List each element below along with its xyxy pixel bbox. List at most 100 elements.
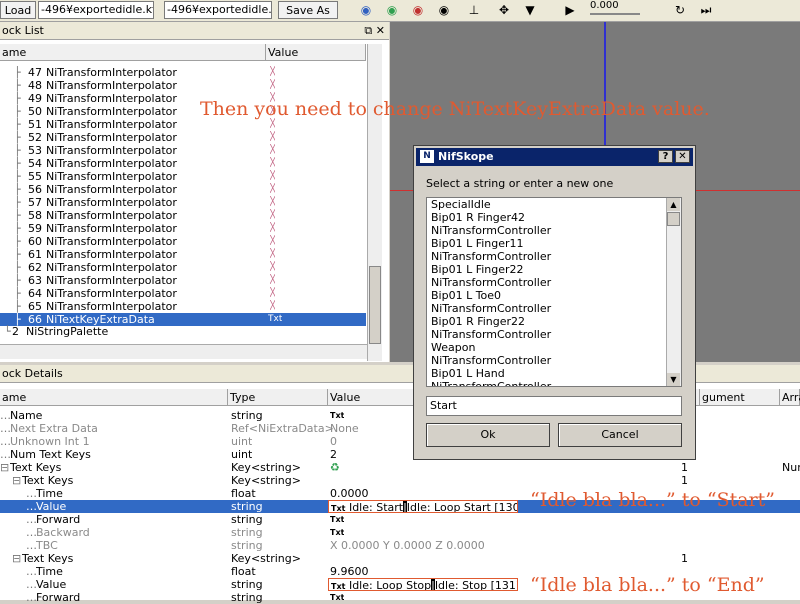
help-icon[interactable]: ? (658, 150, 673, 163)
block-label: NiTransformInterpolator (46, 66, 177, 79)
float-icon[interactable]: ⧉ (364, 24, 372, 37)
link-icon: ╳ (270, 184, 276, 194)
table-row[interactable]: … Forward string Txt (0, 513, 800, 526)
txt-icon: Txt (330, 528, 345, 537)
value-edit-field[interactable]: Txt Idle: Loop Stop|Idle: Stop [131] (328, 578, 518, 591)
dialog-titlebar[interactable]: N NifSkope ? ✕ (416, 148, 693, 166)
list-item[interactable]: SpecialIdle (427, 198, 681, 211)
save-file-field[interactable]: -496¥exportedidle.kf (164, 1, 272, 19)
ok-button[interactable]: Ok (426, 423, 550, 447)
h-scrollbar[interactable] (0, 344, 367, 359)
list-item[interactable]: NiTransformController (427, 224, 681, 237)
field-type: Key<string> (231, 461, 301, 474)
list-item[interactable]: NiTransformController (427, 354, 681, 367)
eye-green-icon[interactable]: ◉ (382, 2, 402, 18)
list-item[interactable]: Bip01 L Toe0 (427, 289, 681, 302)
scroll-down-icon[interactable]: ▼ (667, 373, 680, 386)
field-type: Key<string> (231, 474, 301, 487)
eye-dark-icon[interactable]: ◉ (434, 2, 454, 18)
list-item[interactable]: ├ 64 NiTransformInterpolator ╳ (0, 287, 366, 300)
chevron-down-icon[interactable]: ▼ (520, 2, 540, 18)
value-new: Idle: Start (348, 501, 404, 513)
string-listbox[interactable]: SpecialIdle Bip01 R Finger42 NiTransformCo… (426, 197, 682, 387)
list-item[interactable]: ├ 65 NiTransformInterpolator ╳ (0, 300, 366, 313)
table-row[interactable]: … TBC string X 0.0000 Y 0.0000 Z 0.0000 (0, 539, 800, 552)
list-item[interactable]: ├ 54 NiTransformInterpolator ╳ (0, 157, 366, 170)
close-icon[interactable]: ✕ (376, 24, 385, 37)
table-row[interactable]: ⊟Text KeysKey<string>♻1Num (0, 461, 800, 474)
table-row[interactable]: ⊟ Text Keys Key<string> 1 (0, 474, 800, 487)
eye-blue-icon[interactable]: ◉ (356, 2, 376, 18)
list-item[interactable]: └ 2 NiStringPalette (0, 325, 366, 338)
scroll-up-icon[interactable]: ▲ (667, 198, 680, 211)
col-value-header[interactable]: Value (266, 44, 366, 61)
list-item[interactable]: NiTransformController (427, 380, 681, 386)
list-item[interactable]: ├ 58 NiTransformInterpolator ╳ (0, 209, 366, 222)
time-slider[interactable] (590, 13, 640, 15)
value-edit-field[interactable]: Txt Idle: Start|Idle: Loop Start [130] (328, 500, 518, 513)
col-type-header[interactable]: Type (228, 389, 328, 406)
close-icon[interactable]: ✕ (675, 150, 690, 163)
scrollbar-thumb[interactable] (667, 212, 680, 226)
load-file-field[interactable]: -496¥exportedidle.kf (38, 1, 154, 19)
list-item[interactable]: ├ 55 NiTransformInterpolator ╳ (0, 170, 366, 183)
block-number: 65 (28, 300, 42, 313)
col-name-header[interactable]: ame (0, 389, 228, 406)
list-item[interactable]: NiTransformController (427, 250, 681, 263)
list-item[interactable]: NiTransformController (427, 276, 681, 289)
string-input[interactable]: Start (426, 396, 682, 416)
table-row[interactable]: … Backward string Txt (0, 526, 800, 539)
list-item[interactable]: ├ 53 NiTransformInterpolator ╳ (0, 144, 366, 157)
field-type: Key<string> (231, 552, 301, 565)
eye-red-icon[interactable]: ◉ (408, 2, 428, 18)
list-item[interactable]: ├ 61 NiTransformInterpolator ╳ (0, 248, 366, 261)
list-item[interactable]: Bip01 R Finger22 (427, 315, 681, 328)
list-item[interactable]: ├ 48 NiTransformInterpolator ╳ (0, 79, 366, 92)
list-item[interactable]: Weapon (427, 341, 681, 354)
list-item[interactable]: NiTransformController (427, 302, 681, 315)
list-item[interactable]: ├ 62 NiTransformInterpolator ╳ (0, 261, 366, 274)
col-argument-header[interactable]: gument (700, 389, 780, 406)
list-item[interactable]: ├ 47 NiTransformInterpolator ╳ (0, 66, 366, 79)
switch-icon[interactable]: ⏭ (696, 2, 716, 18)
list-item[interactable]: NiTransformController (427, 328, 681, 341)
list-item[interactable]: ├ 59 NiTransformInterpolator ╳ (0, 222, 366, 235)
block-number: 53 (28, 144, 42, 157)
refresh-icon[interactable]: ♻ (330, 461, 340, 474)
scrollbar-thumb[interactable] (369, 266, 381, 344)
list-item[interactable]: Bip01 R Finger42 (427, 211, 681, 224)
cancel-button[interactable]: Cancel (558, 423, 682, 447)
scrollbar[interactable] (367, 44, 382, 361)
list-item[interactable]: Bip01 L Hand (427, 367, 681, 380)
block-number: 59 (28, 222, 42, 235)
list-item[interactable]: Bip01 L Finger22 (427, 263, 681, 276)
block-number: 55 (28, 170, 42, 183)
panel-buttons: ⧉ ✕ (364, 22, 385, 40)
listbox-scrollbar[interactable]: ▲ ▼ (666, 198, 681, 386)
list-item[interactable]: ├ 57 NiTransformInterpolator ╳ (0, 196, 366, 209)
load-button[interactable]: Load (0, 1, 36, 19)
block-number: 57 (28, 196, 42, 209)
save-as-button[interactable]: Save As (278, 1, 338, 19)
list-item[interactable]: ├ 63 NiTransformInterpolator ╳ (0, 274, 366, 287)
block-number: 58 (28, 209, 42, 222)
table-row[interactable]: ⊟ Text Keys Key<string> 1 (0, 552, 800, 565)
annotation-start: “Idle bla bla...” to “Start” (530, 489, 776, 511)
pin-icon[interactable]: ⊥ (464, 2, 484, 18)
field-type: float (231, 487, 256, 500)
list-item[interactable]: Bip01 L Finger11 (427, 237, 681, 250)
col-array-header[interactable]: Arra (780, 389, 800, 406)
field-name: Value (36, 578, 67, 591)
play-icon[interactable]: ▶ (560, 2, 580, 18)
col-name-header[interactable]: ame (0, 44, 266, 61)
move-icon[interactable]: ✥ (494, 2, 514, 18)
list-item[interactable]: ├ 60 NiTransformInterpolator ╳ (0, 235, 366, 248)
list-item[interactable]: ├ 56 NiTransformInterpolator ╳ (0, 183, 366, 196)
field-name: Num Text Keys (10, 448, 91, 461)
list-item[interactable]: ├ 52 NiTransformInterpolator ╳ (0, 131, 366, 144)
field-type: string (231, 500, 263, 513)
block-label: NiTransformInterpolator (46, 222, 177, 235)
field-argument: 1 (681, 461, 688, 474)
loop-icon[interactable]: ↻ (670, 2, 690, 18)
nifskope-dialog: N NifSkope ? ✕ Select a string or enter … (413, 145, 696, 460)
